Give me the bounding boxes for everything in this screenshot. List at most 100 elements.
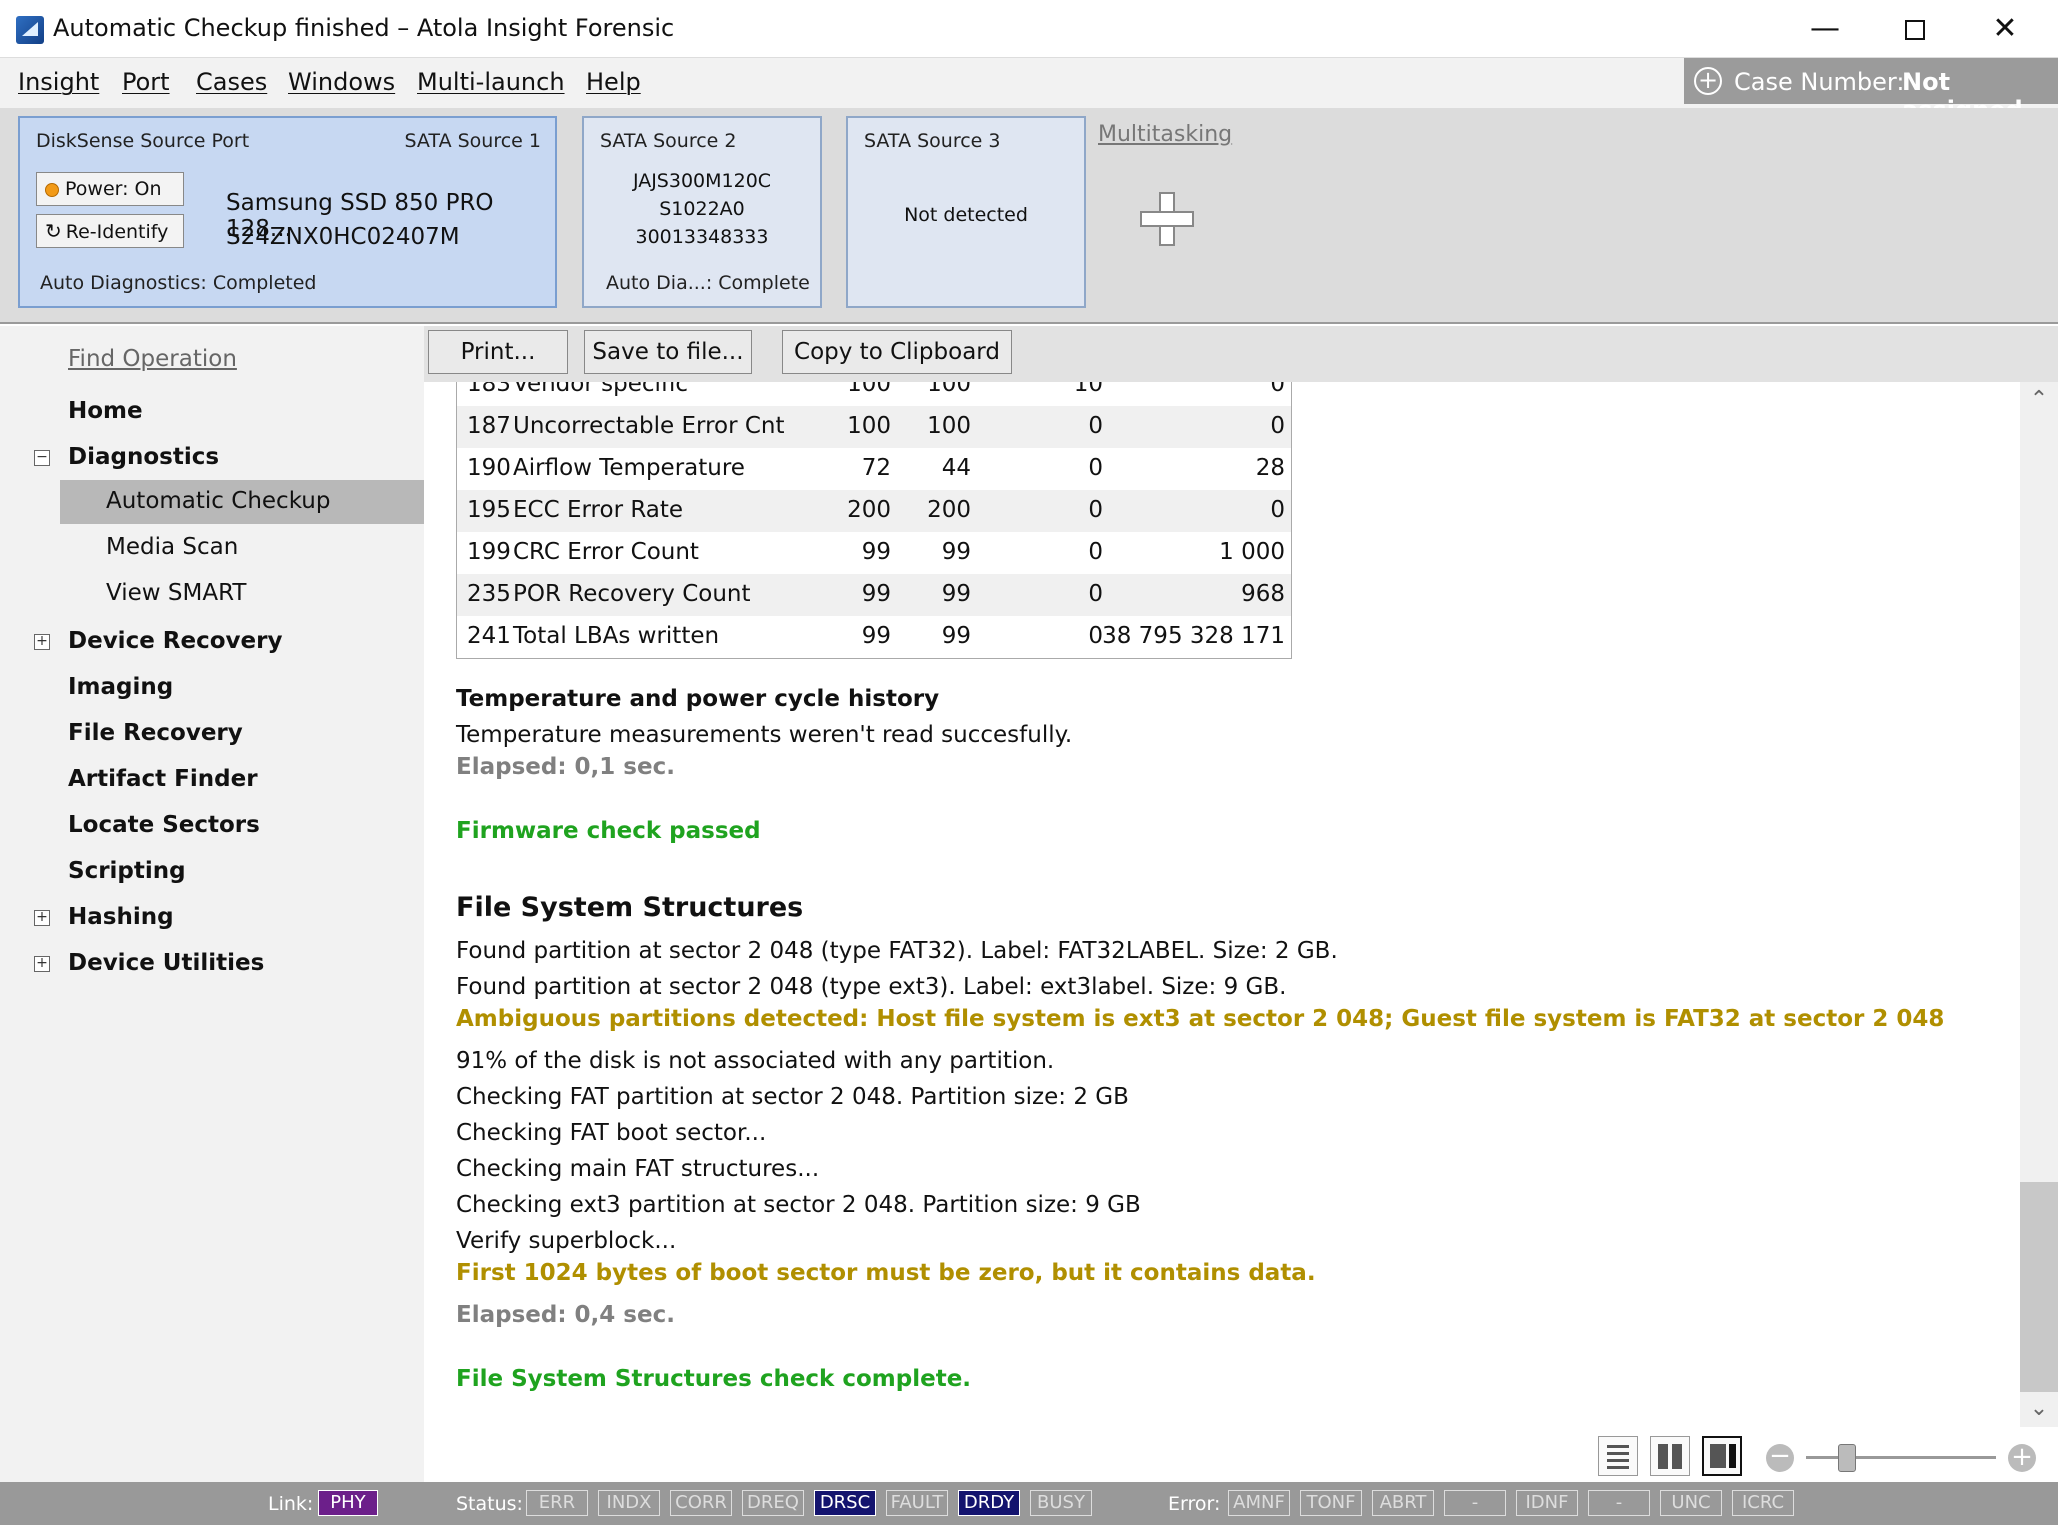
smart-worst: 44 [941, 455, 971, 481]
menu-cases[interactable]: Cases [196, 68, 267, 96]
close-button[interactable]: ✕ [1970, 8, 2040, 50]
maximize-icon [1905, 19, 1925, 40]
smart-attr: 235 [467, 581, 511, 607]
table-row: 241 Total LBAs written 99 99 0 38 795 328 171 [457, 616, 1291, 658]
multitasking-link[interactable]: Multitasking [1098, 122, 1232, 147]
two-column-view-icon[interactable] [1650, 1436, 1690, 1476]
find-operation-link[interactable]: Find Operation [68, 346, 237, 372]
smart-current: 99 [861, 581, 891, 607]
zoom-in-icon[interactable]: + [2008, 1444, 2036, 1472]
sidebar-item-diagnostics[interactable]: Diagnostics [68, 444, 219, 470]
sidebar-item-automatic-checkup[interactable]: Automatic Checkup [106, 488, 331, 514]
smart-attr: 195 [467, 497, 511, 523]
sidebar-item-artifact-finder[interactable]: Artifact Finder [68, 766, 258, 792]
table-row: 187 Uncorrectable Error Cnt 100 100 0 0 [457, 406, 1291, 448]
status-flag: - [1588, 1490, 1650, 1516]
add-port-icon[interactable] [1140, 192, 1194, 246]
minimize-button[interactable]: — [1790, 8, 1860, 50]
fs-line: Checking ext3 partition at sector 2 048.… [456, 1192, 1141, 1218]
smart-attr: 183 [467, 382, 511, 397]
smart-name: POR Recovery Count [513, 581, 751, 607]
smart-attr: 199 [467, 539, 511, 565]
window-title: Automatic Checkup finished – Atola Insig… [53, 14, 675, 42]
sidebar-item-scripting[interactable]: Scripting [68, 858, 186, 884]
sidebar-item-view-smart[interactable]: View SMART [106, 580, 246, 606]
smart-attr: 241 [467, 623, 511, 649]
smart-worst: 99 [941, 581, 971, 607]
menu-bar: Insight Port Cases Windows Multi-launch … [0, 58, 2058, 124]
expand-icon[interactable]: + [34, 634, 50, 650]
report-toolbar: Print... Save to file... Copy to Clipboa… [424, 326, 2058, 382]
table-row: 190 Airflow Temperature 72 44 0 28 [457, 448, 1291, 490]
smart-threshold: 0 [1088, 455, 1103, 481]
port-sata-source-2[interactable]: SATA Source 2 JAJS300M120C S1022A0 30013… [582, 116, 822, 308]
scroll-up-icon[interactable]: ⌃ [2020, 382, 2058, 418]
smart-raw: 0 [1270, 382, 1285, 397]
report-scrollbar[interactable]: ⌃ ⌄ [2020, 382, 2058, 1427]
smart-attr: 190 [467, 455, 511, 481]
table-row: 235 POR Recovery Count 99 99 0 968 [457, 574, 1291, 616]
sidebar: Find Operation Home − Diagnostics Automa… [0, 326, 424, 1482]
port-status: Auto Diagnostics: Completed [40, 272, 317, 294]
copy-to-clipboard-button[interactable]: Copy to Clipboard [782, 330, 1012, 374]
sidebar-item-locate-sectors[interactable]: Locate Sectors [68, 812, 260, 838]
sidebar-item-imaging[interactable]: Imaging [68, 674, 173, 700]
smart-current: 99 [861, 539, 891, 565]
print-button[interactable]: Print... [428, 330, 568, 374]
smart-attr: 187 [467, 413, 511, 439]
menu-help[interactable]: Help [586, 68, 641, 96]
expand-icon[interactable]: + [34, 956, 50, 972]
port-status: Auto Dia...: Complete [606, 272, 810, 294]
case-number-box[interactable]: + Case Number: Not assigned [1684, 58, 2058, 124]
zoom-slider-track[interactable] [1806, 1456, 1996, 1459]
status-flag: CORR [670, 1490, 732, 1516]
status-flag: BUSY [1030, 1490, 1092, 1516]
single-column-view-icon[interactable] [1598, 1436, 1638, 1476]
smart-raw: 968 [1241, 581, 1285, 607]
menu-multi-launch[interactable]: Multi-launch [417, 68, 565, 96]
smart-current: 100 [847, 382, 891, 397]
scroll-down-icon[interactable]: ⌄ [2020, 1391, 2058, 1427]
sidebar-item-device-recovery[interactable]: Device Recovery [68, 628, 282, 654]
firmware-check-status: Firmware check passed [456, 818, 761, 844]
fs-line: Found partition at sector 2 048 (type ex… [456, 974, 1287, 1000]
smart-raw: 38 795 328 171 [1102, 623, 1285, 649]
reidentify-button[interactable]: ↻ Re-Identify [36, 214, 184, 248]
status-flag: ICRC [1732, 1490, 1794, 1516]
refresh-icon: ↻ [45, 219, 62, 243]
smart-worst: 99 [941, 539, 971, 565]
sidebar-item-device-utilities[interactable]: Device Utilities [68, 950, 264, 976]
zoom-slider-thumb[interactable] [1838, 1444, 1856, 1472]
collapse-icon[interactable]: − [34, 450, 50, 466]
smart-threshold: 0 [1088, 497, 1103, 523]
save-to-file-button[interactable]: Save to file... [584, 330, 752, 374]
power-status-icon [45, 182, 59, 197]
status-flag: FAULT [886, 1490, 948, 1516]
smart-threshold: 0 [1088, 581, 1103, 607]
expand-icon[interactable]: + [34, 910, 50, 926]
device-firmware: S1022A0 [659, 198, 745, 220]
smart-threshold: 0 [1088, 413, 1103, 439]
menu-windows[interactable]: Windows [288, 68, 395, 96]
sidebar-item-hashing[interactable]: Hashing [68, 904, 174, 930]
fs-warning: Ambiguous partitions detected: Host file… [456, 1006, 1945, 1032]
sidebar-item-media-scan[interactable]: Media Scan [106, 534, 238, 560]
port-sata-source-3[interactable]: SATA Source 3 Not detected [846, 116, 1086, 308]
power-button[interactable]: Power: On [36, 172, 184, 206]
smart-name: ECC Error Rate [513, 497, 684, 523]
maximize-button[interactable] [1880, 8, 1950, 50]
port-sata-source-1[interactable]: DiskSense Source Port SATA Source 1 Powe… [18, 116, 557, 308]
scroll-thumb[interactable] [2020, 1182, 2058, 1392]
zoom-out-icon[interactable]: − [1766, 1443, 1794, 1472]
split-view-icon[interactable] [1702, 1436, 1742, 1476]
fs-check-status: File System Structures check complete. [456, 1366, 972, 1392]
menu-insight[interactable]: Insight [18, 68, 99, 96]
sidebar-item-file-recovery[interactable]: File Recovery [68, 720, 243, 746]
temperature-elapsed: Elapsed: 0,1 sec. [456, 754, 675, 780]
table-row: 183 Vendor specific 100 100 10 0 [457, 382, 1291, 406]
sidebar-item-home[interactable]: Home [68, 398, 143, 424]
menu-port[interactable]: Port [122, 68, 170, 96]
case-number-label: Case Number: [1734, 68, 1905, 96]
status-flag: ERR [526, 1490, 588, 1516]
smart-current: 100 [847, 413, 891, 439]
